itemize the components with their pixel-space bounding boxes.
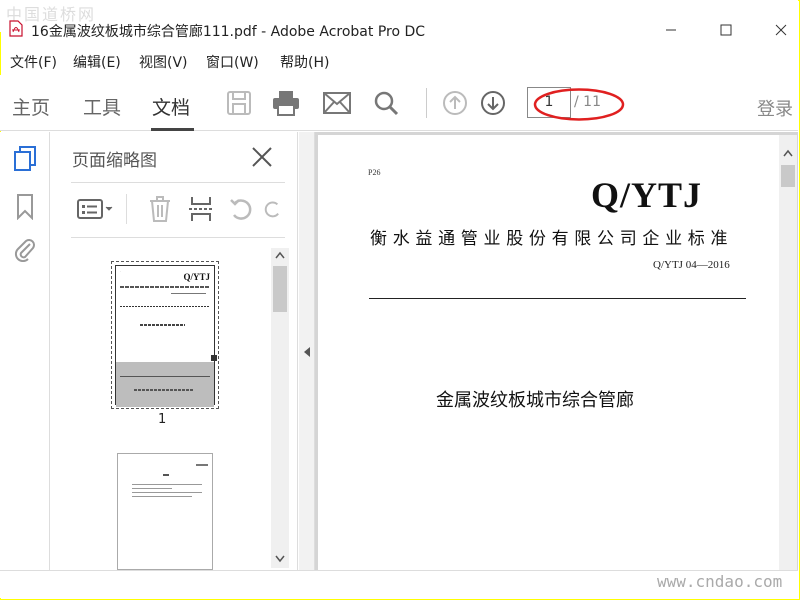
trash-icon	[150, 196, 170, 222]
document-scroll-thumb[interactable]	[781, 165, 795, 187]
thumb2-text-line	[132, 492, 202, 493]
tab-tools[interactable]: 工具	[83, 93, 121, 120]
panel-divider-2	[71, 237, 285, 238]
scroll-down-arrow-icon[interactable]	[274, 553, 286, 563]
delete-page-button[interactable]	[146, 194, 174, 224]
menu-help[interactable]: 帮助(H)	[280, 52, 329, 72]
bookmark-icon	[17, 194, 33, 220]
tab-home[interactable]: 主页	[12, 93, 50, 120]
thumbnails-scroll-thumb[interactable]	[273, 266, 287, 312]
panel-divider	[71, 182, 285, 183]
thumb-gray-band	[116, 362, 214, 407]
insert-page-button[interactable]	[187, 194, 215, 224]
paperclip-icon	[14, 239, 35, 262]
thumbnail-preview: · Q/YTJ	[115, 265, 217, 407]
close-window-button[interactable]	[771, 20, 791, 40]
thumb-rule	[120, 306, 210, 307]
page-thumbnails-button[interactable]	[12, 146, 38, 172]
thumb2-title-line	[163, 474, 169, 476]
doc-standard-number: Q/YTJ 04—2016	[653, 259, 730, 271]
thumb-footer-line	[134, 389, 194, 391]
doc-heading: 金属波纹板城市综合管廊	[436, 390, 634, 411]
insert-page-icon	[189, 197, 213, 221]
panel-title: 页面缩略图	[72, 151, 157, 171]
maximize-button[interactable]	[716, 20, 736, 40]
tab-document[interactable]: 文档	[152, 93, 190, 120]
arrow-up-circle-icon	[443, 91, 467, 115]
document-scrollbar[interactable]	[779, 135, 797, 570]
menu-file[interactable]: 文件(F)	[10, 52, 57, 72]
thumb2-header-line	[196, 464, 208, 466]
active-tab-indicator	[151, 128, 194, 131]
thumb-heading-line	[140, 324, 185, 326]
thumb-date-rule	[120, 376, 210, 377]
thumb2-text-line	[132, 488, 172, 489]
rotate-ccw-icon	[230, 199, 252, 220]
doc-standard-code: Q/YTJ	[591, 175, 703, 215]
rotate-right-button[interactable]	[262, 194, 282, 224]
page-thumbnail-1[interactable]: · Q/YTJ	[111, 261, 219, 409]
thumb-standard-code: Q/YTJ	[183, 272, 210, 282]
previous-page-button[interactable]	[440, 88, 470, 118]
collapse-left-icon[interactable]	[302, 346, 312, 358]
email-button[interactable]	[322, 88, 352, 118]
minimize-icon	[666, 29, 676, 31]
doc-horizontal-rule	[369, 298, 746, 299]
thumbnail-options-button[interactable]	[76, 194, 116, 224]
maximize-icon	[720, 24, 732, 36]
doc-page-number: P26	[368, 168, 381, 177]
search-icon	[374, 91, 399, 116]
rotate-cw-icon	[264, 201, 279, 218]
search-button[interactable]	[371, 88, 401, 118]
options-menu-icon	[77, 199, 113, 219]
rotate-left-button[interactable]	[228, 194, 256, 224]
attachments-button[interactable]	[12, 236, 38, 262]
pdf-file-icon	[9, 20, 23, 37]
menu-window[interactable]: 窗口(W)	[206, 52, 259, 72]
minimize-button[interactable]	[661, 20, 681, 40]
arrow-down-circle-icon	[481, 91, 505, 115]
scroll-up-arrow-icon[interactable]	[274, 250, 286, 260]
menu-edit[interactable]: 编辑(E)	[73, 52, 121, 72]
save-icon	[227, 91, 251, 115]
print-button[interactable]	[271, 88, 301, 118]
menu-view[interactable]: 视图(V)	[139, 52, 188, 72]
email-icon	[323, 92, 351, 114]
doc-scroll-up-icon[interactable]	[782, 148, 794, 158]
close-panel-icon[interactable]	[250, 145, 274, 169]
thumb-code-line	[171, 293, 206, 294]
doc-company-name: 衡水益通管业股份有限公司企业标准	[370, 229, 734, 249]
thumb-text-mini: ·	[120, 269, 121, 273]
site-watermark-bottom: www.cndao.com	[657, 572, 783, 591]
thumbnail-page-label: 1	[158, 412, 167, 427]
menu-bar: 文件(F) 编辑(E) 视图(V) 窗口(W) 帮助(H)	[0, 50, 798, 72]
save-button[interactable]	[224, 88, 254, 118]
tool-divider	[126, 194, 127, 224]
thumb-resize-handle[interactable]	[211, 355, 217, 361]
print-icon	[273, 91, 299, 116]
red-highlight-ellipse	[533, 88, 625, 121]
thumb-company-line	[120, 286, 210, 288]
toolbar-divider	[426, 88, 427, 118]
thumb2-text-line	[132, 496, 192, 497]
document-page	[318, 135, 779, 570]
next-page-button[interactable]	[478, 88, 508, 118]
window-title: 16金属波纹板城市综合管廊111.pdf - Adobe Acrobat Pro…	[31, 24, 426, 40]
close-icon	[775, 24, 787, 36]
page-thumbnail-2[interactable]	[117, 453, 213, 570]
login-link[interactable]: 登录	[757, 95, 793, 121]
pages-icon	[14, 146, 36, 171]
bookmarks-button[interactable]	[12, 194, 38, 220]
thumb2-text-line	[132, 484, 202, 485]
